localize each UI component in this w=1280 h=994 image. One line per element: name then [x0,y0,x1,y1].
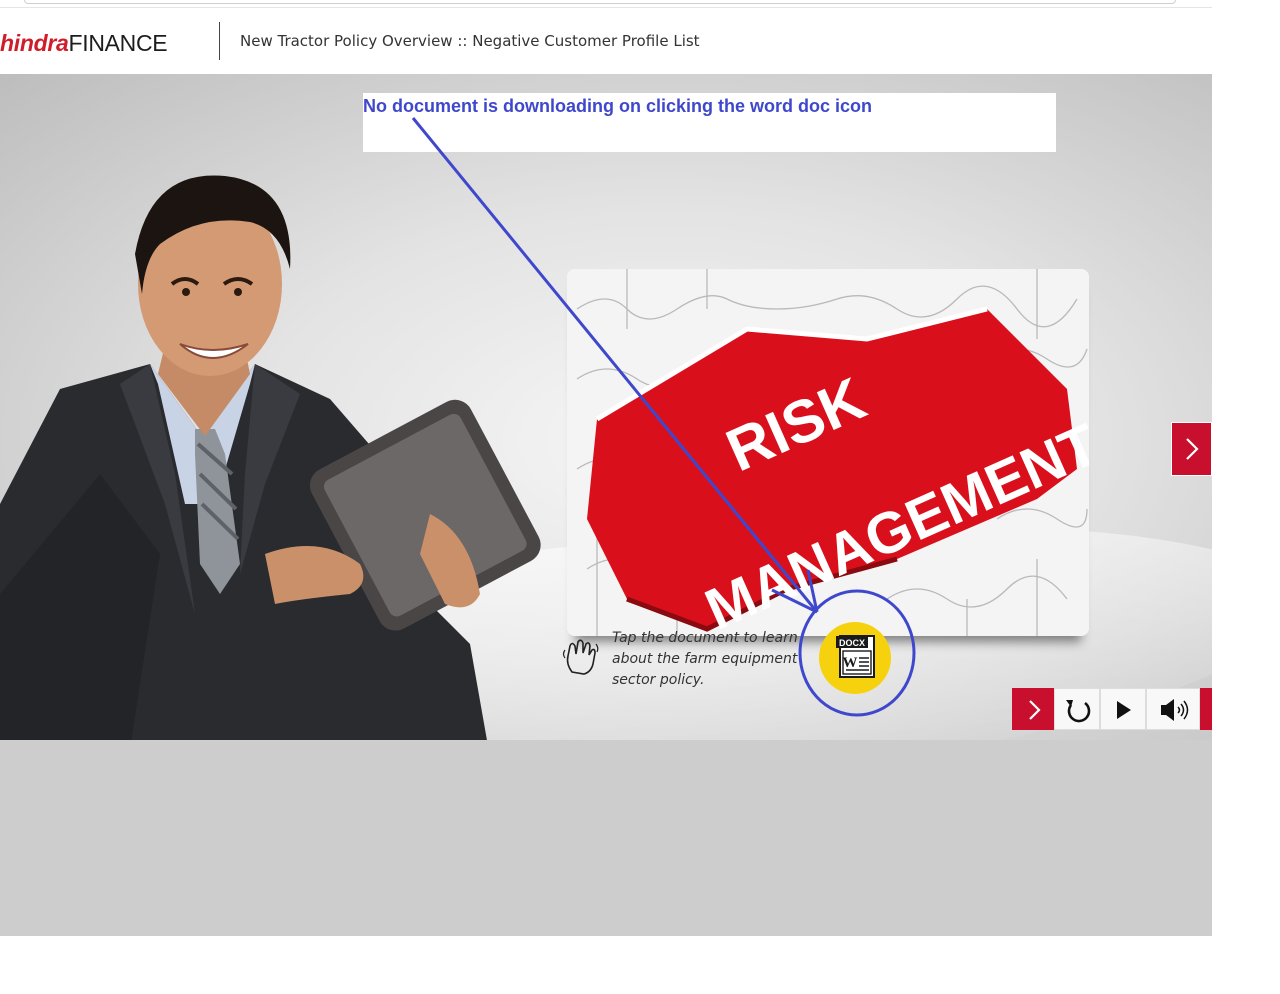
tap-hand-icon [562,639,599,675]
header-separator [219,22,220,60]
replay-button[interactable] [1054,688,1100,730]
empty-area [0,740,1212,936]
play-icon [1117,701,1131,719]
app-header: hindraFINANCE New Tractor Policy Overvie… [0,8,1212,74]
playback-controls [1012,688,1212,730]
controls-edge [1200,688,1212,730]
word-doc-button[interactable]: DOCX W [819,622,891,694]
next-icon [1029,700,1041,720]
annotation-note: No document is downloading on clicking t… [363,96,873,116]
audio-button[interactable] [1146,688,1200,730]
next-slide-button[interactable] [1171,422,1212,476]
docx-label: DOCX [839,638,865,648]
controls-next-button[interactable] [1012,688,1054,730]
audio-icon [1161,699,1189,721]
instruction-text: Tap the document to learn about the farm… [612,630,798,688]
chevron-right-icon [1186,438,1199,460]
page-title: New Tractor Policy Overview :: Negative … [240,32,700,50]
play-button[interactable] [1100,688,1146,730]
logo-brand: hindra [0,30,69,56]
browser-top-edge [24,0,1176,4]
businessman-image [0,175,541,740]
company-logo: hindraFINANCE [0,30,168,57]
risk-management-image: RISK MANAGEMENT [567,269,1089,636]
replay-icon [1066,700,1091,723]
logo-finance: FINANCE [68,30,168,56]
word-letter: W [843,655,858,671]
docx-icon: DOCX W [836,635,875,678]
slide-stage: RISK MANAGEMENT [0,74,1212,740]
